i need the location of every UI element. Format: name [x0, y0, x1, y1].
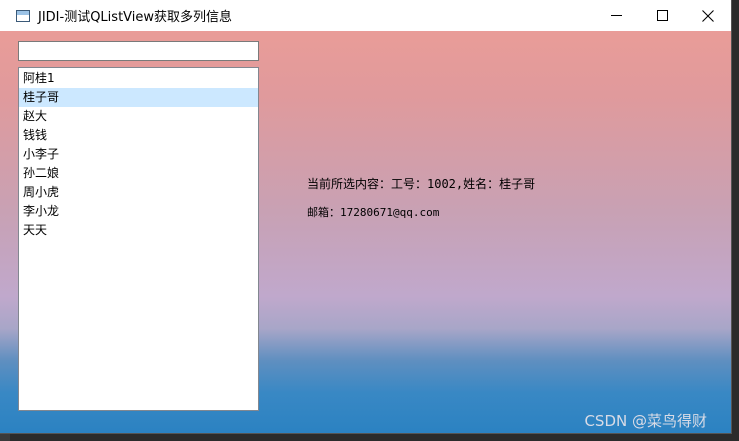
app-window-icon — [16, 9, 30, 22]
client-area: 阿桂1 桂子哥 赵大 钱钱 小李子 孙二娘 周小虎 李小龙 天天 当前所选内容：… — [0, 31, 731, 433]
maximize-button[interactable] — [639, 0, 685, 31]
app-window: JIDI-测试QListView获取多列信息 阿桂1 桂子哥 赵大 钱钱 小李子… — [0, 0, 732, 434]
list-item[interactable]: 天天 — [19, 221, 258, 240]
list-item-selected[interactable]: 桂子哥 — [19, 88, 258, 107]
window-title: JIDI-测试QListView获取多列信息 — [38, 10, 233, 25]
minimize-icon — [610, 15, 622, 16]
close-icon — [702, 9, 714, 22]
title-bar[interactable]: JIDI-测试QListView获取多列信息 — [0, 0, 731, 31]
window-controls — [593, 0, 731, 31]
list-item[interactable]: 赵大 — [19, 107, 258, 126]
maximize-icon — [656, 10, 668, 21]
watermark: CSDN @菜鸟得财 — [584, 412, 707, 430]
list-item[interactable]: 孙二娘 — [19, 164, 258, 183]
email-info-label: 邮箱：17280671@qq.com — [307, 206, 440, 219]
list-item[interactable]: 周小虎 — [19, 183, 258, 202]
selection-info-label: 当前所选内容：工号：1002,姓名：桂子哥 — [307, 177, 536, 191]
list-item[interactable]: 李小龙 — [19, 202, 258, 221]
close-button[interactable] — [685, 0, 731, 31]
minimize-button[interactable] — [593, 0, 639, 31]
list-item[interactable]: 小李子 — [19, 145, 258, 164]
list-item[interactable]: 阿桂1 — [19, 69, 258, 88]
search-input[interactable] — [18, 41, 259, 61]
list-item[interactable]: 钱钱 — [19, 126, 258, 145]
list-view[interactable]: 阿桂1 桂子哥 赵大 钱钱 小李子 孙二娘 周小虎 李小龙 天天 — [18, 67, 259, 411]
